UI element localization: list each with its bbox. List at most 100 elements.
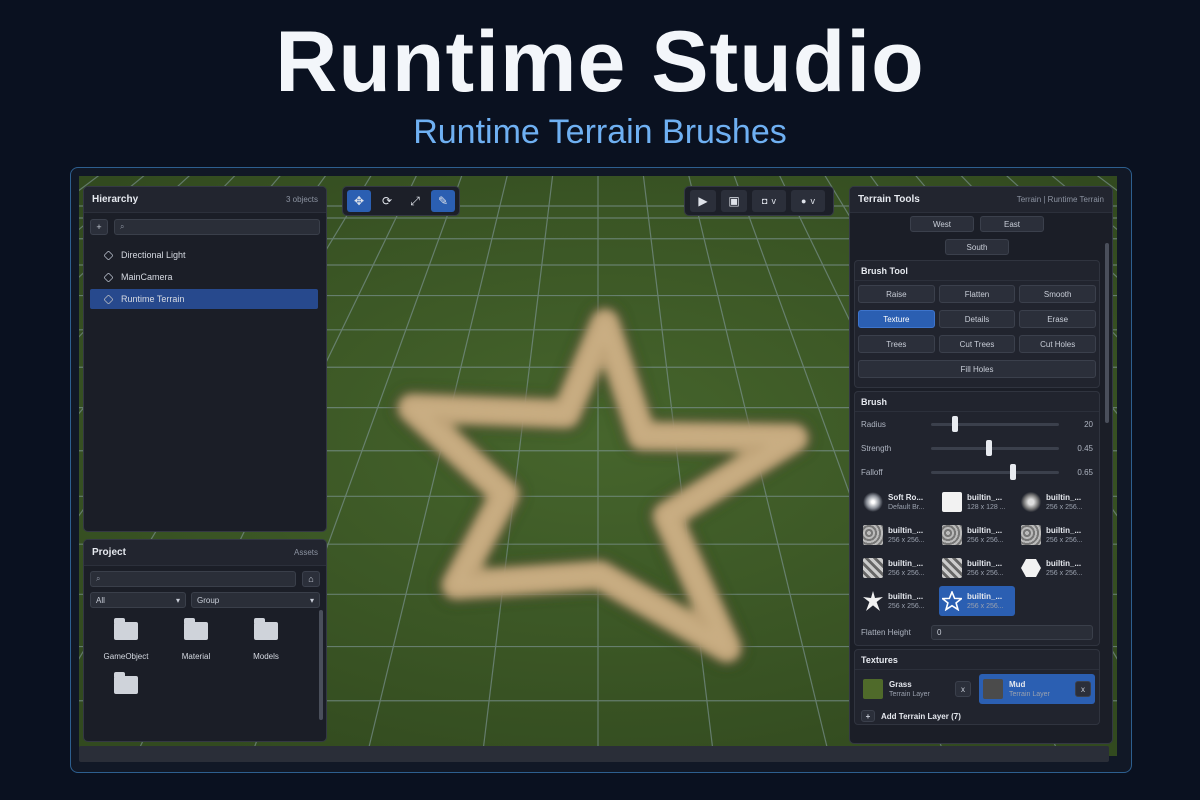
folder-label bbox=[92, 706, 160, 716]
brush-tool-cut-holes-button[interactable]: Cut Holes bbox=[1019, 335, 1097, 353]
brush-tool-trees-button[interactable]: Trees bbox=[858, 335, 935, 353]
textures-section: Textures Grass Terrain Layer x Mud Terrain L… bbox=[854, 649, 1100, 725]
brush-tool-section: Brush Tool Raise Flatten Smooth Texture Deta… bbox=[854, 260, 1100, 388]
sphere-icon[interactable]: ● v bbox=[791, 190, 825, 212]
falloff-track[interactable] bbox=[931, 463, 1059, 480]
falloff-knob[interactable] bbox=[1010, 463, 1017, 480]
brush-tool-smooth-button[interactable]: Smooth bbox=[1019, 285, 1097, 303]
brush-preset[interactable]: builtin_... 256 x 256... bbox=[1018, 520, 1094, 550]
brush-tool-raise-button[interactable]: Raise bbox=[858, 285, 935, 303]
brush-preset[interactable]: builtin_... 256 x 256... bbox=[1018, 487, 1094, 517]
hierarchy-item-label: MainCamera bbox=[121, 272, 173, 282]
brush-tool-row: Raise Flatten Smooth bbox=[858, 285, 1097, 303]
project-search-row: ⌕ ⌂ bbox=[84, 566, 326, 592]
folder-icon bbox=[114, 618, 138, 640]
hierarchy-item-label: Runtime Terrain bbox=[121, 294, 185, 304]
radius-knob[interactable] bbox=[951, 415, 958, 432]
strength-slider[interactable]: Strength 0.45 bbox=[855, 436, 1099, 460]
camera-view-icon[interactable]: ◘ v bbox=[752, 190, 786, 212]
brush-preset[interactable]: builtin_... 128 x 128 ... bbox=[939, 487, 1015, 517]
filter-group-label: Group bbox=[197, 595, 220, 605]
hierarchy-item[interactable]: Runtime Terrain bbox=[90, 289, 318, 309]
rotate-icon[interactable]: ⟳ bbox=[375, 190, 399, 212]
brush-tool-texture-button[interactable]: Texture bbox=[858, 310, 935, 328]
project-header: Project Assets bbox=[84, 540, 326, 566]
brush-preset-size: Default Br... bbox=[888, 503, 925, 511]
strength-track[interactable] bbox=[931, 439, 1059, 456]
east-neighbor-button[interactable]: East bbox=[980, 216, 1044, 232]
filter-all-select[interactable]: All ▾ bbox=[90, 592, 186, 608]
brush-preset-name: builtin_... bbox=[888, 558, 924, 568]
texture-layer[interactable]: Grass Terrain Layer x bbox=[859, 674, 975, 704]
save-icon[interactable]: ▣ bbox=[721, 190, 747, 212]
hierarchy-item[interactable]: Directional Light bbox=[84, 245, 326, 265]
terrain-breadcrumb: Terrain | Runtime Terrain bbox=[1016, 195, 1104, 204]
scene-viewport[interactable]: ✥ ⟳ ⤢ ✎ ▶ ▣ ◘ v ● v Hierarchy 3 objects … bbox=[79, 176, 1117, 756]
cube-icon bbox=[103, 249, 114, 261]
terrain-tools-header: Terrain Tools Terrain | Runtime Terrain bbox=[850, 187, 1112, 213]
folder-item[interactable]: Models bbox=[232, 618, 300, 662]
scale-icon[interactable]: ⤢ bbox=[403, 190, 427, 212]
brush-preset-size: 256 x 256... bbox=[1046, 569, 1083, 577]
remove-layer-button[interactable]: x bbox=[955, 681, 971, 697]
brush-preset-name: builtin_... bbox=[967, 492, 1003, 502]
radius-track[interactable] bbox=[931, 415, 1059, 432]
brush-preset[interactable]: builtin_... 256 x 256... bbox=[1018, 553, 1094, 583]
terrain-scrollbar[interactable] bbox=[1105, 243, 1109, 423]
brush-preset[interactable]: builtin_... 256 x 256... bbox=[939, 586, 1015, 616]
texture-layer-type: Terrain Layer bbox=[1009, 690, 1050, 698]
burst-brush-icon bbox=[863, 591, 883, 611]
hierarchy-item-label: Directional Light bbox=[121, 250, 186, 260]
falloff-label: Falloff bbox=[861, 467, 883, 477]
project-search-input[interactable]: ⌕ bbox=[90, 571, 296, 587]
brush-preset[interactable]: builtin_... 256 x 256... bbox=[860, 586, 936, 616]
terrain-brush-icon[interactable]: ✎ bbox=[431, 190, 455, 212]
folder-icon bbox=[254, 618, 278, 640]
brush-tool-flatten-button[interactable]: Flatten bbox=[938, 285, 1016, 303]
falloff-slider[interactable]: Falloff 0.65 bbox=[855, 460, 1099, 484]
brush-tool-details-button[interactable]: Details bbox=[938, 310, 1016, 328]
brush-preset-name: builtin_... bbox=[967, 525, 1003, 535]
add-layer-row[interactable]: + Add Terrain Layer (7) bbox=[855, 708, 1099, 724]
brush-preset-size: 256 x 256... bbox=[888, 602, 925, 610]
south-neighbor-button[interactable]: South bbox=[945, 239, 1009, 255]
chevron-down-icon: ▾ bbox=[175, 595, 180, 605]
hierarchy-panel: Hierarchy 3 objects + ⌕ Directional Ligh… bbox=[83, 186, 327, 532]
project-scrollbar[interactable] bbox=[319, 610, 323, 720]
brush-preset[interactable]: Soft Ro... Default Br... bbox=[860, 487, 936, 517]
texture-layer[interactable]: Mud Terrain Layer x bbox=[979, 674, 1095, 704]
brush-tool-cut-trees-button[interactable]: Cut Trees bbox=[938, 335, 1016, 353]
radius-slider[interactable]: Radius 20 bbox=[855, 412, 1099, 436]
home-icon[interactable]: ⌂ bbox=[302, 571, 320, 587]
folder-item[interactable]: GameObject bbox=[92, 618, 160, 662]
noise-brush-icon bbox=[1021, 525, 1041, 545]
remove-layer-button[interactable]: x bbox=[1075, 681, 1091, 697]
add-object-button[interactable]: + bbox=[90, 219, 108, 235]
play-icon[interactable]: ▶ bbox=[690, 190, 716, 212]
brush-tool-erase-button[interactable]: Erase bbox=[1019, 310, 1097, 328]
radius-value: 20 bbox=[1084, 419, 1093, 429]
move-icon[interactable]: ✥ bbox=[347, 190, 371, 212]
search-icon: ⌕ bbox=[96, 574, 101, 583]
folder-item[interactable] bbox=[92, 672, 160, 716]
folder-item[interactable]: Material bbox=[162, 618, 230, 662]
brush-tool-row: Fill Holes bbox=[858, 360, 1096, 378]
filter-group-select[interactable]: Group ▾ bbox=[191, 592, 320, 608]
texture-layer-name: Mud bbox=[1009, 679, 1026, 689]
asset-grid: GameObject Material Models bbox=[84, 608, 326, 716]
project-filters: All ▾ Group ▾ bbox=[84, 592, 326, 608]
brush-preset[interactable]: builtin_... 256 x 256... bbox=[860, 520, 936, 550]
brush-preset-name: builtin_... bbox=[888, 591, 924, 601]
strength-knob[interactable] bbox=[985, 439, 992, 456]
brush-preset[interactable]: builtin_... 256 x 256... bbox=[939, 520, 1015, 550]
brush-preset[interactable]: builtin_... 256 x 256... bbox=[860, 553, 936, 583]
brush-preset[interactable]: builtin_... 256 x 256... bbox=[939, 553, 1015, 583]
hierarchy-search-input[interactable]: ⌕ bbox=[114, 219, 320, 235]
hierarchy-item[interactable]: MainCamera bbox=[84, 267, 326, 287]
flatten-height-input[interactable]: 0 bbox=[931, 624, 1093, 640]
west-neighbor-button[interactable]: West bbox=[910, 216, 974, 232]
brush-tool-fill-holes-button[interactable]: Fill Holes bbox=[858, 360, 1096, 378]
brush-preset-name: builtin_... bbox=[967, 558, 1003, 568]
filter-all-label: All bbox=[96, 595, 105, 605]
strength-value: 0.45 bbox=[1077, 443, 1093, 453]
